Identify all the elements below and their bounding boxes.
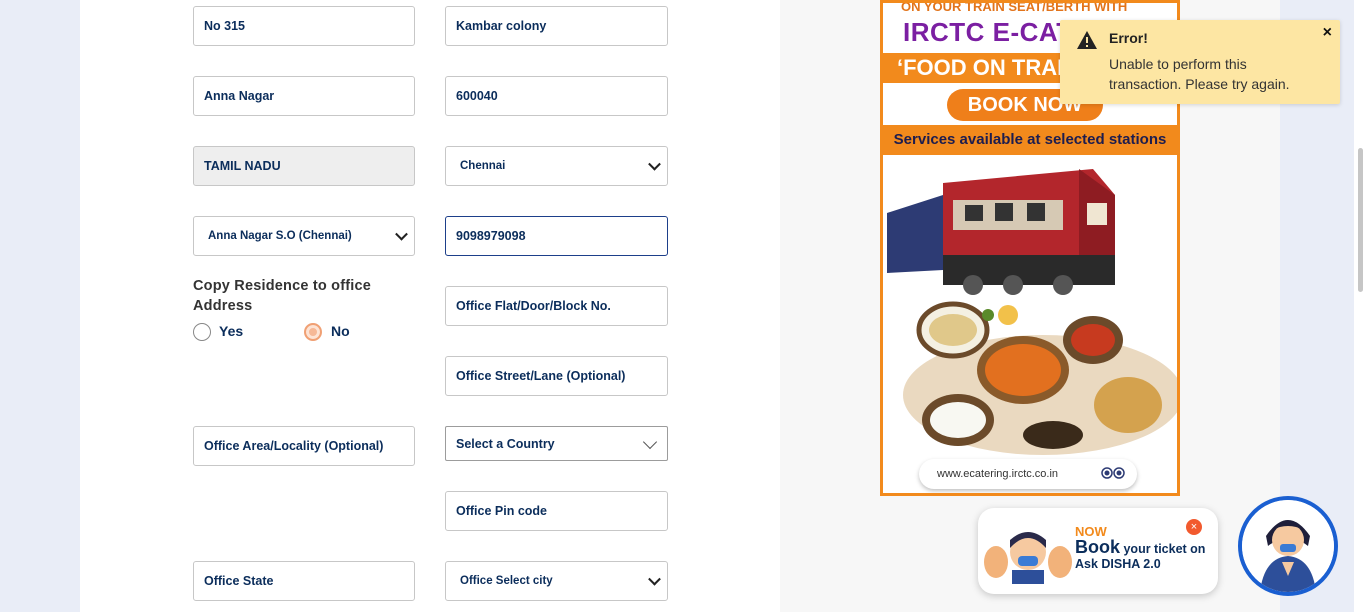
office-area-input[interactable]: Office Area/Locality (Optional) bbox=[193, 426, 415, 466]
residence-city-value: Chennai bbox=[460, 160, 506, 172]
residence-flat-value: No 315 bbox=[204, 19, 245, 33]
post-office-value: Anna Nagar S.O (Chennai) bbox=[208, 230, 352, 242]
disha-close-button[interactable]: × bbox=[1186, 519, 1202, 535]
chevron-down-icon bbox=[648, 157, 661, 171]
chevron-down-icon bbox=[648, 572, 661, 586]
ad-url-text: www.ecatering.irctc.co.in bbox=[937, 468, 1059, 480]
residence-street-input[interactable]: Kambar colony bbox=[445, 6, 668, 46]
page-scrollbar[interactable] bbox=[1354, 0, 1366, 612]
disha-rest: your ticket on bbox=[1123, 542, 1206, 556]
ad-top-line: ON YOUR TRAIN SEAT/BERTH WITH bbox=[883, 3, 1177, 15]
office-flat-input[interactable]: Office Flat/Door/Block No. bbox=[445, 286, 668, 326]
chevron-down-icon bbox=[642, 434, 658, 449]
residence-city-select[interactable]: Chennai bbox=[445, 146, 668, 186]
residence-pincode-value: 600040 bbox=[456, 89, 498, 103]
residence-pincode-input[interactable]: 600040 bbox=[445, 76, 668, 116]
ask-disha-promo[interactable]: NOW Book your ticket on Ask DISHA 2.0 × bbox=[978, 508, 1218, 594]
disha-chatbot-avatar[interactable] bbox=[1238, 496, 1338, 596]
copy-residence-label: Copy Residence to office Address bbox=[193, 278, 372, 314]
mobile-number-input[interactable]: 9098979098 bbox=[445, 216, 668, 256]
train-and-food-illustration bbox=[887, 169, 1177, 455]
office-flat-placeholder: Office Flat/Door/Block No. bbox=[456, 299, 611, 313]
disha-avatar-icon bbox=[1242, 500, 1334, 592]
office-city-select[interactable]: Office Select city bbox=[445, 561, 668, 601]
office-state-input[interactable]: Office State bbox=[193, 561, 415, 601]
irctc-eyes-icon bbox=[1101, 467, 1125, 479]
country-select-value: Select a Country bbox=[456, 436, 555, 451]
office-area-placeholder: Office Area/Locality (Optional) bbox=[204, 439, 384, 453]
toast-title: Error! bbox=[1109, 30, 1148, 46]
ad-url-pill[interactable]: www.ecatering.irctc.co.in bbox=[919, 459, 1137, 489]
chevron-down-icon bbox=[395, 227, 408, 241]
copy-yes-radio[interactable] bbox=[193, 323, 211, 341]
office-street-placeholder: Office Street/Lane (Optional) bbox=[456, 369, 626, 383]
residence-area-input[interactable]: Anna Nagar bbox=[193, 76, 415, 116]
residence-flat-input[interactable]: No 315 bbox=[193, 6, 415, 46]
error-toast: Error! Unable to perform this transactio… bbox=[1060, 20, 1340, 104]
disha-thumbs-up-illustration bbox=[984, 532, 1072, 584]
toast-close-button[interactable]: × bbox=[1323, 24, 1332, 42]
office-pincode-placeholder: Office Pin code bbox=[456, 504, 547, 518]
office-pincode-input[interactable]: Office Pin code bbox=[445, 491, 668, 531]
disha-book: Book bbox=[1075, 537, 1120, 557]
toast-message: Unable to perform this transaction. Plea… bbox=[1109, 56, 1290, 92]
residence-area-value: Anna Nagar bbox=[204, 89, 275, 103]
office-city-value: Office Select city bbox=[460, 575, 553, 587]
warning-icon bbox=[1077, 31, 1097, 49]
office-street-input[interactable]: Office Street/Lane (Optional) bbox=[445, 356, 668, 396]
scrollbar-thumb[interactable] bbox=[1358, 148, 1363, 292]
office-state-placeholder: Office State bbox=[204, 574, 274, 588]
disha-line2: Ask DISHA 2.0 bbox=[1075, 557, 1161, 571]
mobile-number-value: 9098979098 bbox=[456, 229, 526, 243]
residence-state-input: TAMIL NADU bbox=[193, 146, 415, 186]
ad-services-banner: Services available at selected stations bbox=[883, 125, 1177, 155]
copy-no-label: No bbox=[331, 323, 350, 339]
copy-no-radio[interactable] bbox=[304, 323, 322, 341]
residence-street-value: Kambar colony bbox=[456, 19, 547, 33]
copy-yes-label: Yes bbox=[219, 323, 244, 339]
office-country-select[interactable]: Select a Country bbox=[445, 426, 668, 461]
post-office-select[interactable]: Anna Nagar S.O (Chennai) bbox=[193, 216, 415, 256]
residence-state-value: TAMIL NADU bbox=[204, 159, 281, 173]
